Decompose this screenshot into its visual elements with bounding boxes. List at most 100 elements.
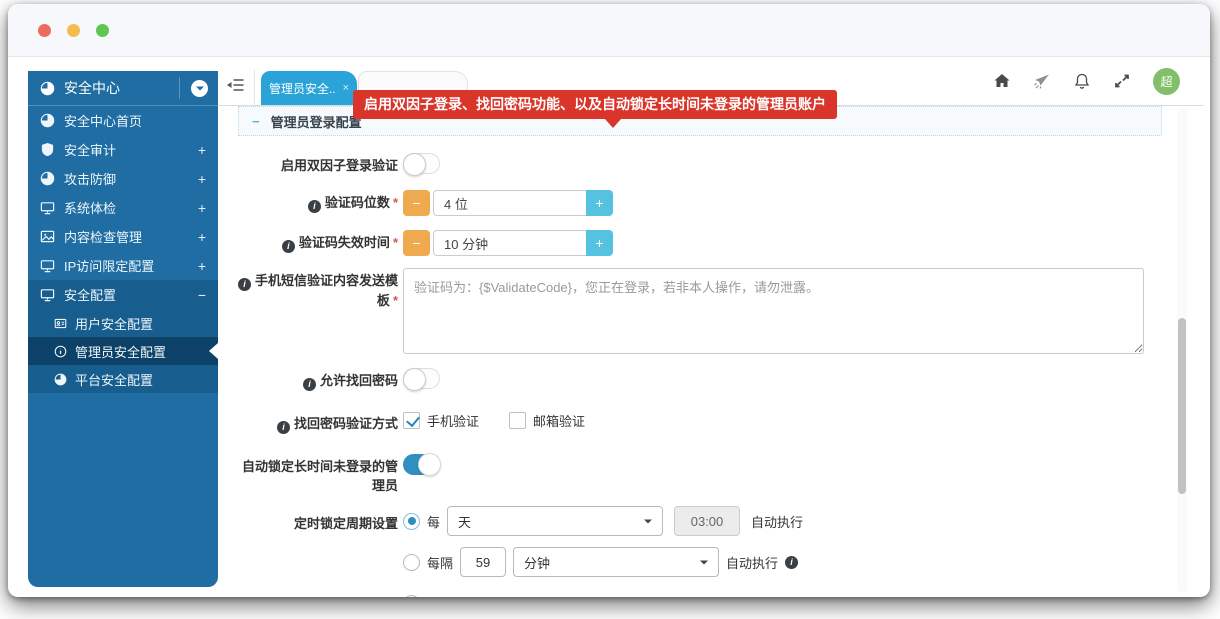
required-asterisk: * (392, 293, 398, 308)
increment-button[interactable]: + (586, 190, 613, 216)
app-window: 安全中心 安全中心首页 安全审计 + 攻击防御 + 系统体检 + 内容检查管理 … (8, 4, 1210, 597)
time-input[interactable]: 03:00 (674, 506, 741, 536)
field-label: 找回密码验证方式 (238, 411, 398, 434)
info-icon (785, 555, 799, 569)
window-titlebar (8, 4, 1210, 57)
info-icon (276, 421, 290, 434)
sidebar-item-home[interactable]: 安全中心首页 (28, 106, 218, 135)
settings-page: − 管理员登录配置 启用双因子登录验证 验证码位数* (218, 106, 1204, 597)
decrement-button[interactable]: − (403, 190, 430, 216)
two-factor-toggle[interactable] (403, 153, 440, 176)
form-row-two-factor: 启用双因子登录验证 (218, 153, 1204, 176)
tab-admin-security[interactable]: 管理员安全.. × (261, 71, 357, 105)
field-label: 定时锁定周期设置 (293, 516, 398, 531)
chevron-down-icon (644, 519, 653, 528)
main-content: 管理员安全.. × 超 启用双因子登录、找回密码功能、以及自动锁定长时间未登录的… (218, 57, 1204, 597)
home-icon[interactable] (993, 72, 1011, 90)
expand-plus-icon: + (197, 199, 206, 216)
sms-template-textarea[interactable]: 验证码为：{$ValidateCode}，您正在登录，若非本人操作，请勿泄露。 (403, 268, 1144, 354)
form-row-auto-lock: 自动锁定长时间未登录的管理员 (218, 453, 1204, 495)
image-icon (40, 230, 55, 243)
field-label: 验证码位数* (238, 190, 398, 213)
close-tab-icon[interactable]: × (343, 82, 349, 94)
bell-icon[interactable] (1073, 72, 1091, 90)
form-row-code-expire: 验证码失效时间* − 10 分钟 + (218, 230, 1204, 256)
phone-verify-checkbox[interactable] (403, 412, 420, 429)
sidebar-subitem-admin-security[interactable]: 管理员安全配置 (28, 337, 218, 365)
field-label: 允许找回密码 (238, 368, 398, 391)
pie-circle-icon (54, 373, 67, 385)
increment-button[interactable]: + (586, 230, 613, 256)
expand-plus-icon: + (197, 141, 206, 158)
sidebar-subitem-platform-security[interactable]: 平台安全配置 (28, 365, 218, 393)
sidebar-item-content-check[interactable]: 内容检查管理 + (28, 222, 218, 251)
form-row-code-digits: 验证码位数* − 4 位 + (218, 190, 1204, 216)
interval-radio[interactable] (403, 553, 420, 571)
shield-icon (41, 142, 54, 157)
code-digits-stepper: − 4 位 + (403, 190, 613, 216)
fullscreen-icon[interactable] (1113, 72, 1131, 90)
pie-circle-icon (40, 113, 55, 128)
collapse-minus-icon: − (197, 286, 206, 303)
monitor-icon (40, 289, 55, 302)
schedule-option-interval: 每隔 59 分钟 自动执行 (403, 547, 803, 577)
info-icon (302, 378, 316, 391)
sidebar-item-ip-access[interactable]: IP访问限定配置 + (28, 251, 218, 280)
schedule-option-cron: 使用cron语法详细定义 (403, 588, 803, 597)
close-window-button[interactable] (38, 23, 51, 37)
form-row-retrieve-method: 找回密码验证方式 手机验证 邮箱验证 (218, 411, 1204, 434)
field-label: 手机短信验证内容发送模板* (238, 268, 398, 310)
sidebar-item-security-config[interactable]: 安全配置 − (28, 280, 218, 309)
auto-lock-toggle[interactable] (403, 453, 441, 476)
tooltip: 启用双因子登录、找回密码功能、以及自动锁定长时间未登录的管理员账户 (353, 90, 837, 128)
avatar[interactable]: 超 (1153, 67, 1180, 95)
pie-circle-icon (40, 171, 55, 186)
info-icon (307, 200, 321, 213)
info-icon (281, 240, 295, 253)
sidebar-subitem-user-security[interactable]: 用户安全配置 (28, 309, 218, 337)
code-expire-stepper: − 10 分钟 + (403, 230, 613, 256)
expand-plus-icon: + (197, 170, 206, 187)
schedule-option-daily: 每 天 03:00 自动执行 (403, 506, 803, 536)
collapse-section-icon[interactable]: − (252, 114, 260, 129)
chevron-down-icon (191, 79, 208, 97)
chevron-down-icon (700, 560, 709, 569)
security-center-icon (40, 81, 55, 95)
monitor-icon (40, 202, 55, 215)
period-unit-select[interactable]: 天 (447, 506, 664, 536)
allow-retrieve-toggle[interactable] (403, 368, 440, 391)
cron-radio[interactable] (403, 594, 420, 597)
sidebar-item-attack-defense[interactable]: 攻击防御 + (28, 164, 218, 193)
expand-plus-icon: + (197, 257, 206, 274)
sidebar-collapse-control[interactable] (179, 77, 208, 99)
info-circle-icon (54, 345, 67, 357)
sidebar-header[interactable]: 安全中心 (28, 71, 218, 106)
tabbar-divider (254, 69, 255, 105)
code-digits-value[interactable]: 4 位 (433, 190, 586, 216)
interval-value-input[interactable]: 59 (460, 547, 507, 577)
sidebar-item-system-check[interactable]: 系统体检 + (28, 193, 218, 222)
section-title: 管理员登录配置 (270, 114, 362, 130)
settings-form: 启用双因子登录验证 验证码位数* − 4 位 (218, 136, 1204, 597)
sidebar-title: 安全中心 (64, 80, 120, 96)
zoom-window-button[interactable] (96, 23, 109, 37)
expand-plus-icon: + (197, 228, 206, 245)
form-row-sms-template: 手机短信验证内容发送模板* 验证码为：{$ValidateCode}，您正在登录… (218, 268, 1204, 354)
code-expire-value[interactable]: 10 分钟 (433, 230, 586, 256)
field-label: 启用双因子登录验证 (280, 158, 398, 173)
field-label: 自动锁定长时间未登录的管理员 (241, 459, 398, 493)
form-row-schedule: 定时锁定周期设置 每 天 03:00 自动执行 每隔 59 分钟 自动执行 i (218, 506, 1204, 597)
required-asterisk: * (392, 235, 398, 250)
app-body: 安全中心 安全中心首页 安全审计 + 攻击防御 + 系统体检 + 内容检查管理 … (8, 57, 1210, 597)
scrollbar-thumb[interactable] (1178, 318, 1186, 494)
id-card-icon (54, 318, 67, 328)
quick-launch-icon[interactable] (1033, 72, 1051, 90)
daily-radio[interactable] (403, 512, 420, 530)
interval-unit-select[interactable]: 分钟 (513, 547, 720, 577)
decrement-button[interactable]: − (403, 230, 430, 256)
sidebar-item-audit[interactable]: 安全审计 + (28, 135, 218, 164)
minimize-window-button[interactable] (67, 23, 80, 37)
required-asterisk: * (392, 195, 398, 210)
collapse-menu-icon[interactable] (225, 77, 246, 93)
email-verify-checkbox[interactable] (509, 412, 527, 429)
